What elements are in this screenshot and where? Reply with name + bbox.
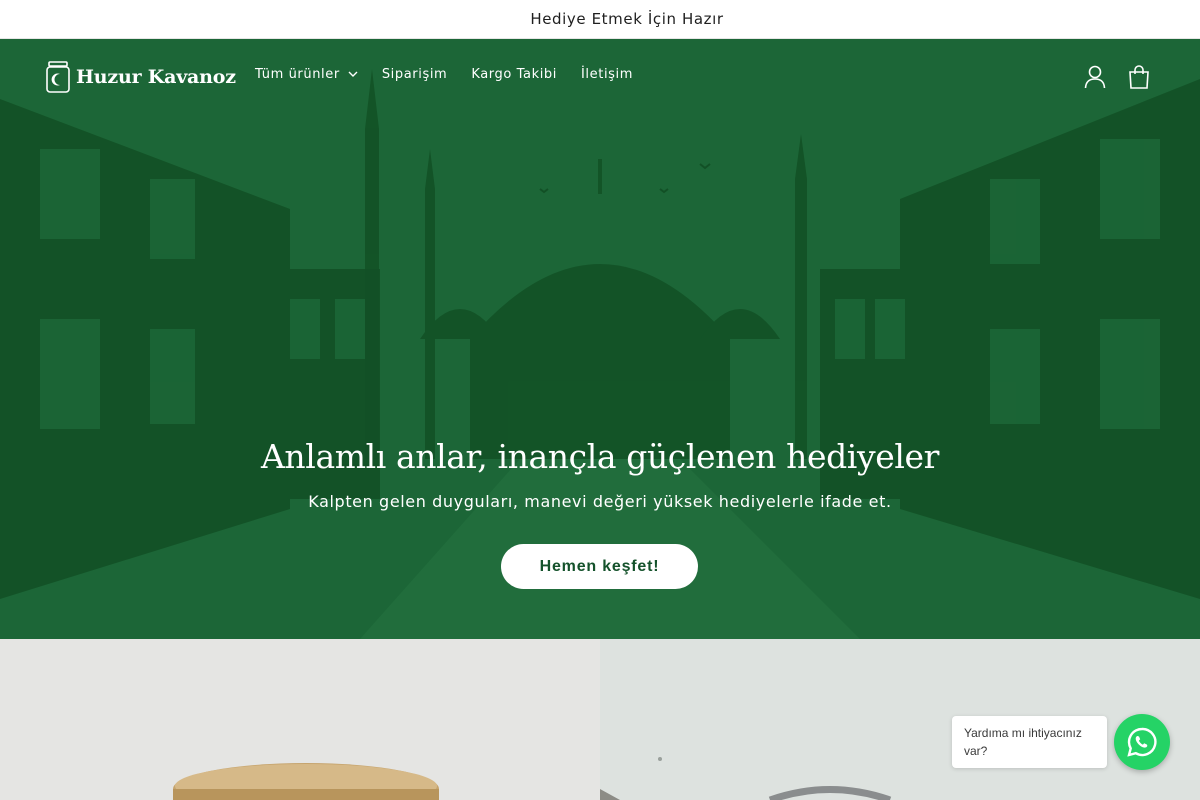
header-actions <box>1084 65 1150 89</box>
nav-item-label: Siparişim <box>381 67 448 82</box>
hero-content: Anlamlı anlar, inançla güçlenen hediyele… <box>0 437 1200 511</box>
whatsapp-chat-button[interactable] <box>1114 714 1170 770</box>
nav-item-label: Kargo Takibi <box>471 67 557 82</box>
announcement-text: Hediye Etmek İçin Hazır <box>530 10 724 28</box>
jar-lid-image <box>0 639 600 800</box>
logo-text: Huzur Kavanoz <box>76 66 236 88</box>
chat-help-bubble[interactable]: Yardıma mı ihtiyacınız var? <box>952 716 1107 768</box>
jar-logo-icon <box>46 61 70 93</box>
bracelet-image <box>600 639 1200 800</box>
cart-icon[interactable] <box>1128 65 1150 89</box>
hero-banner: Huzur Kavanoz Tüm ürünler Siparişim Karg… <box>0 39 1200 639</box>
logo[interactable]: Huzur Kavanoz <box>46 61 236 93</box>
announcement-bar: Hediye Etmek İçin Hazır <box>0 0 1200 39</box>
hero-title: Anlamlı anlar, inançla güçlenen hediyele… <box>261 437 939 476</box>
chat-help-text: Yardıma mı ihtiyacınız var? <box>964 726 1082 758</box>
nav-item-contact[interactable]: İletişim <box>581 67 633 82</box>
chevron-down-icon <box>348 71 358 77</box>
nav-item-label: Tüm ürünler <box>255 67 340 82</box>
nav-item-all-products[interactable]: Tüm ürünler <box>255 67 358 82</box>
whatsapp-icon <box>1127 727 1157 757</box>
main-navigation: Tüm ürünler Siparişim Kargo Takibi İleti… <box>255 67 633 82</box>
nav-item-label: İletişim <box>581 67 634 82</box>
account-icon[interactable] <box>1084 65 1106 89</box>
product-tile-jar[interactable] <box>0 639 600 800</box>
product-tile-bracelet[interactable] <box>600 639 1200 800</box>
nav-item-shipping-tracking[interactable]: Kargo Takibi <box>471 67 557 82</box>
nav-item-orders[interactable]: Siparişim <box>382 67 448 82</box>
hero-subtitle: Kalpten gelen duyguları, manevi değeri y… <box>308 492 892 511</box>
discover-button[interactable]: Hemen keşfet! <box>501 544 698 589</box>
